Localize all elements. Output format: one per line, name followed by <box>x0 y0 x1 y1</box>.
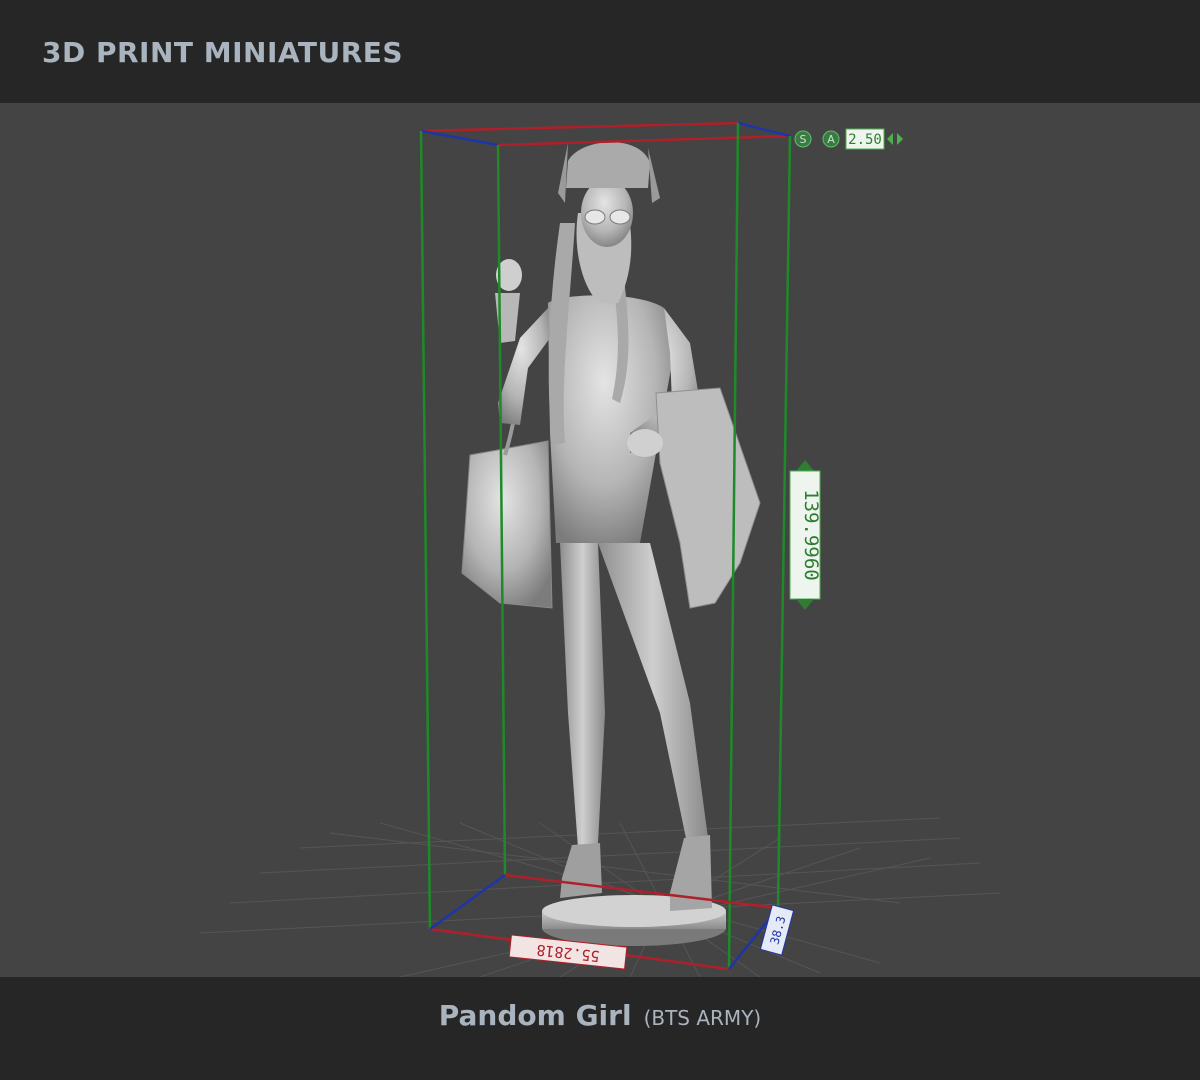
figure-model[interactable] <box>461 142 761 911</box>
scale-decrease-arrow-icon[interactable] <box>887 133 893 145</box>
model-name: Pandom Girl <box>438 999 632 1032</box>
page-title: 3D PRINT MINIATURES <box>42 36 404 69</box>
model-subtitle: (BTS ARMY) <box>643 1006 762 1030</box>
scale-hud[interactable]: S A 2.50 <box>794 128 903 150</box>
footer-bar: Pandom Girl (BTS ARMY) <box>0 977 1200 1080</box>
scale-value: 2.50 <box>848 132 882 148</box>
header-bar: 3D PRINT MINIATURES <box>0 0 1200 103</box>
height-value: 139.9960 <box>800 489 822 581</box>
model-caption: Pandom Girl (BTS ARMY) <box>0 999 1200 1032</box>
height-down-arrow-icon[interactable] <box>796 599 814 610</box>
a-toggle-label: A <box>827 133 835 146</box>
3d-viewport[interactable]: S A 2.50 139.9960 55.2818 38.3 <box>0 103 1200 977</box>
s-toggle-label: S <box>800 133 807 146</box>
height-dimension[interactable]: 139.9960 <box>789 460 822 610</box>
viewport-canvas[interactable]: S A 2.50 139.9960 55.2818 38.3 <box>0 103 1200 977</box>
scale-increase-arrow-icon[interactable] <box>897 133 903 145</box>
height-up-arrow-icon[interactable] <box>796 460 814 471</box>
depth-dimension[interactable]: 38.3 <box>759 904 795 956</box>
